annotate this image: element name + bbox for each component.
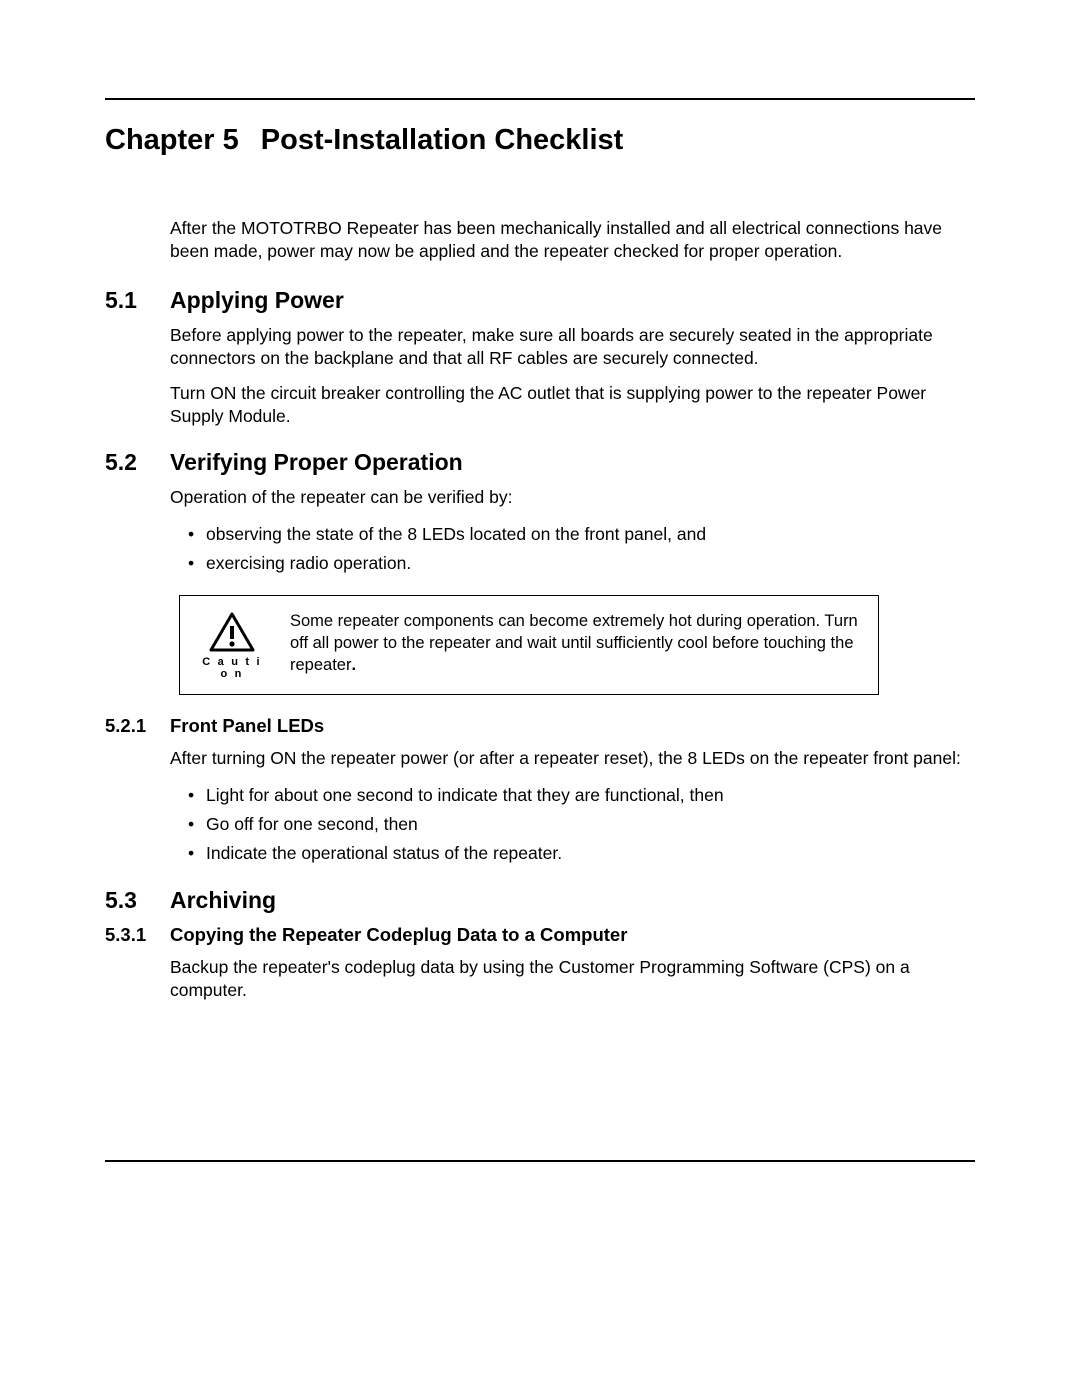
section-heading: 5.1 Applying Power bbox=[105, 287, 975, 314]
list-item: Indicate the operational status of the r… bbox=[206, 840, 975, 867]
subsection-title: Front Panel LEDs bbox=[170, 715, 324, 737]
list-item: exercising radio operation. bbox=[206, 550, 975, 577]
top-rule bbox=[105, 98, 975, 100]
section-title: Archiving bbox=[170, 887, 276, 914]
subsection-number: 5.2.1 bbox=[105, 715, 170, 737]
body-paragraph: Before applying power to the repeater, m… bbox=[170, 324, 975, 370]
body-paragraph: Turn ON the circuit breaker controlling … bbox=[170, 382, 975, 428]
bottom-rule bbox=[105, 1160, 975, 1162]
subsection-heading: 5.3.1 Copying the Repeater Codeplug Data… bbox=[105, 924, 975, 946]
section-number: 5.1 bbox=[105, 287, 170, 314]
document-page: Chapter 5 Post-Installation Checklist Aft… bbox=[0, 0, 1080, 1397]
body-paragraph: Backup the repeater's codeplug data by u… bbox=[170, 956, 975, 1002]
bullet-list: observing the state of the 8 LEDs locate… bbox=[170, 521, 975, 577]
caution-label: C a u t i o n bbox=[198, 656, 266, 680]
list-item: Go off for one second, then bbox=[206, 811, 975, 838]
subsection-number: 5.3.1 bbox=[105, 924, 170, 946]
chapter-title-text: Post-Installation Checklist bbox=[261, 124, 624, 156]
list-item: observing the state of the 8 LEDs locate… bbox=[206, 521, 975, 548]
section-number: 5.2 bbox=[105, 449, 170, 476]
caution-text-content: Some repeater components can become extr… bbox=[290, 612, 858, 675]
chapter-title: Chapter 5 Post-Installation Checklist bbox=[105, 124, 975, 157]
caution-box: C a u t i o n Some repeater components c… bbox=[179, 595, 879, 695]
caution-triangle-icon bbox=[209, 612, 255, 652]
section-heading: 5.2 Verifying Proper Operation bbox=[105, 449, 975, 476]
section-title: Verifying Proper Operation bbox=[170, 449, 463, 476]
subsection-title: Copying the Repeater Codeplug Data to a … bbox=[170, 924, 627, 946]
section-title: Applying Power bbox=[170, 287, 344, 314]
section-5-1: 5.1 Applying Power Before applying power… bbox=[105, 287, 975, 428]
caution-icon-wrap: C a u t i o n bbox=[198, 610, 266, 680]
section-5-2: 5.2 Verifying Proper Operation Operation… bbox=[105, 449, 975, 868]
caution-text: Some repeater components can become extr… bbox=[290, 610, 860, 677]
section-5-3: 5.3 Archiving 5.3.1 Copying the Repeater… bbox=[105, 887, 975, 1002]
bullet-list: Light for about one second to indicate t… bbox=[170, 782, 975, 867]
chapter-number: Chapter 5 bbox=[105, 124, 239, 156]
body-paragraph: Operation of the repeater can be verifie… bbox=[170, 486, 975, 509]
subsection-heading: 5.2.1 Front Panel LEDs bbox=[105, 715, 975, 737]
body-paragraph: After turning ON the repeater power (or … bbox=[170, 747, 975, 770]
chapter-intro: After the MOTOTRBO Repeater has been mec… bbox=[170, 217, 975, 263]
section-heading: 5.3 Archiving bbox=[105, 887, 975, 914]
list-item: Light for about one second to indicate t… bbox=[206, 782, 975, 809]
section-number: 5.3 bbox=[105, 887, 170, 914]
caution-period: . bbox=[351, 656, 356, 674]
